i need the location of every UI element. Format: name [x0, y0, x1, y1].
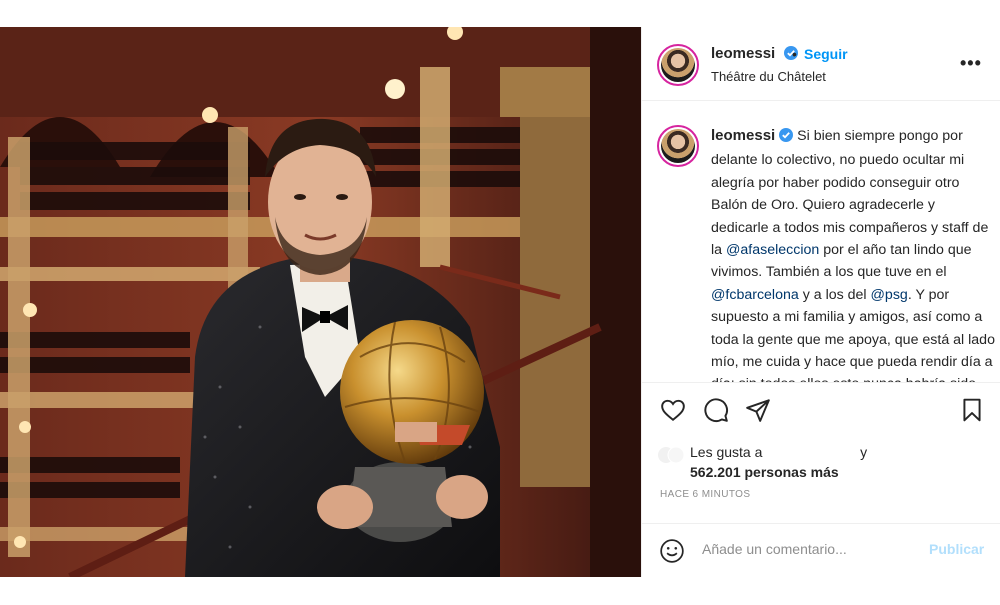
liker-avatars [658, 445, 686, 465]
follow-button[interactable]: Seguir [804, 46, 848, 62]
heart-icon[interactable] [660, 397, 686, 423]
caption-username[interactable]: leomessi [711, 127, 775, 144]
username-link[interactable]: leomessi [711, 45, 775, 62]
emoji-icon[interactable] [659, 538, 685, 564]
likes-summary: Les gusta a y 562.201 personas más [690, 442, 990, 482]
post-side-panel: leomessi • Seguir Théâtre du Châtelet ••… [641, 27, 1000, 577]
verified-badge-icon [779, 127, 794, 149]
avatar[interactable] [657, 44, 699, 86]
post-header: leomessi • Seguir Théâtre du Châtelet ••… [642, 27, 1000, 101]
post-actions-bar [642, 383, 1000, 433]
likes-conjunction: y [860, 444, 868, 460]
liker-name-redacted[interactable] [766, 453, 856, 454]
location-link[interactable]: Théâtre du Châtelet [711, 69, 826, 84]
caption-area: leomessi Si bien siempre pongo por delan… [642, 101, 1000, 383]
mention-link[interactable]: @psg [871, 287, 908, 303]
likes-prefix: Les gusta a [690, 444, 763, 460]
more-options-icon[interactable]: ••• [960, 53, 982, 74]
post-photo[interactable] [0, 27, 641, 577]
photo-illustration [0, 27, 641, 577]
caption-avatar[interactable] [657, 125, 699, 167]
caption-segment: y a los del [798, 286, 871, 303]
mention-link[interactable]: @afaseleccion [726, 242, 819, 258]
instagram-post: leomessi • Seguir Théâtre du Châtelet ••… [0, 27, 1000, 577]
comment-input[interactable] [700, 540, 914, 558]
mention-link[interactable]: @fcbarcelona [711, 287, 799, 303]
caption-text: leomessi Si bien siempre pongo por delan… [711, 125, 995, 382]
bookmark-icon[interactable] [959, 397, 985, 423]
comment-icon[interactable] [703, 397, 729, 423]
post-timestamp[interactable]: HACE 6 MINUTOS [660, 489, 750, 500]
publish-button[interactable]: Publicar [929, 541, 984, 557]
separator-dot: • [792, 46, 797, 62]
caption-segment: Si bien siempre pongo por delante lo col… [711, 128, 989, 259]
comment-bar: Publicar [642, 523, 1000, 577]
header-username-row: leomessi [711, 45, 798, 65]
likes-count-link[interactable]: 562.201 personas más [690, 464, 839, 480]
share-icon[interactable] [745, 397, 771, 423]
